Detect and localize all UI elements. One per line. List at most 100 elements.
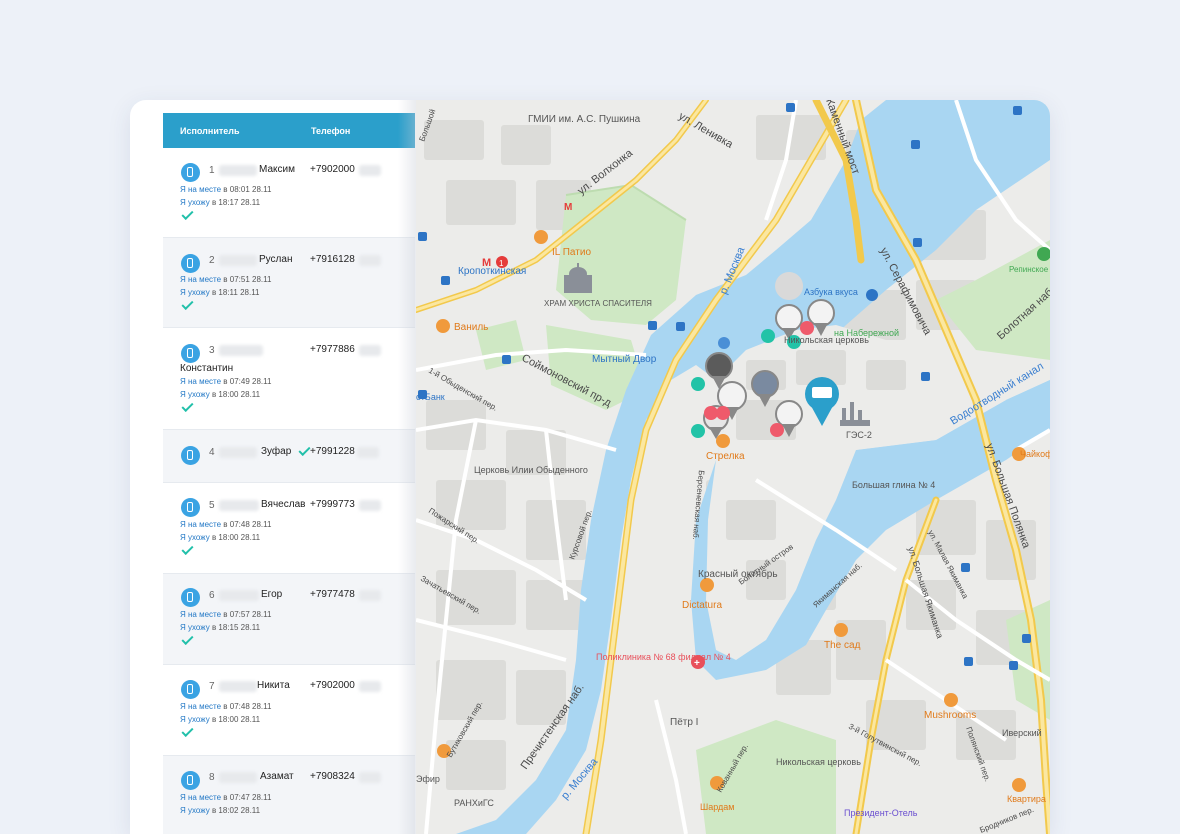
- svg-text:Красный октябрь: Красный октябрь: [698, 568, 778, 580]
- blurred-surname: [219, 165, 257, 176]
- svg-text:IL Патио: IL Патио: [552, 247, 591, 258]
- confirmed-check-icon: [298, 443, 311, 457]
- phone-icon: [181, 254, 200, 273]
- blurred-phone-tail: [357, 447, 379, 458]
- row-number: 8: [209, 772, 215, 783]
- svg-text:Квартира: Квартира: [1007, 794, 1046, 804]
- blurred-phone-tail: [359, 500, 381, 511]
- phone-icon: [181, 498, 200, 517]
- svg-text:Поликлиника № 68 филиал № 4: Поликлиника № 68 филиал № 4: [596, 652, 731, 662]
- blurred-surname: [219, 255, 257, 266]
- mytny-dvor-icon[interactable]: [718, 337, 730, 349]
- executor-phone: +7902000: [310, 164, 355, 175]
- executor-phone: +7999773: [310, 499, 355, 510]
- svg-text:ГМИИ им. А.С. Пушкина: ГМИИ им. А.С. Пушкина: [528, 114, 641, 125]
- arrival-status: Я на месте в 08:01 28.11: [180, 185, 272, 194]
- blurred-surname: [219, 681, 257, 692]
- executor-phone: +7977478: [310, 589, 355, 600]
- executor-name: Константин: [180, 363, 234, 374]
- svg-text:отБанк: отБанк: [416, 392, 445, 402]
- phone-icon: [181, 344, 200, 363]
- blurred-surname: [219, 500, 259, 511]
- svg-text:Ваниль: Ваниль: [454, 322, 488, 333]
- row-number: 6: [209, 590, 215, 601]
- svg-text:на Набережной: на Набережной: [834, 328, 899, 338]
- row-number: 3: [209, 345, 215, 356]
- arrival-status: Я на месте в 07:51 28.11: [180, 275, 272, 284]
- arrival-status: Я на месте в 07:49 28.11: [180, 377, 272, 386]
- executor-row[interactable]: 8 Азамат +7908324 Я на месте в 07:47 28.…: [163, 756, 415, 834]
- row-number: 7: [209, 681, 215, 692]
- svg-text:Никольская церковь: Никольская церковь: [776, 757, 861, 767]
- svg-text:ГЭС-2: ГЭС-2: [846, 430, 872, 440]
- blurred-phone-tail: [359, 345, 381, 356]
- executor-name: Никита: [257, 680, 290, 691]
- shop-icon[interactable]: [866, 289, 878, 301]
- executor-phone: +7916128: [310, 254, 355, 265]
- executor-row[interactable]: 3 Константин +7977886 Я на месте в 07:49…: [163, 328, 415, 430]
- leaving-status: Я ухожу в 18:00 28.11: [180, 715, 261, 724]
- phone-icon: [181, 163, 200, 182]
- arrival-status: Я на месте в 07:48 28.11: [180, 520, 272, 529]
- leaving-status: Я ухожу в 18:17 28.11: [180, 198, 261, 207]
- executor-row[interactable]: 7 Никита +7902000 Я на месте в 07:48 28.…: [163, 665, 415, 756]
- executor-row[interactable]: 6 Егор +7977478 Я на месте в 07:57 28.11…: [163, 574, 415, 665]
- blurred-phone-tail: [359, 772, 381, 783]
- executor-name: Руслан: [259, 254, 293, 265]
- table-header: Исполнитель Телефон: [163, 113, 415, 148]
- svg-text:Церковь Илии Обыденного: Церковь Илии Обыденного: [474, 465, 588, 475]
- blurred-surname: [219, 447, 257, 458]
- metro-icon[interactable]: M: [564, 202, 572, 213]
- row-number: 1: [209, 165, 215, 176]
- svg-text:Шардам: Шардам: [700, 802, 735, 812]
- phone-icon: [181, 588, 200, 607]
- confirmed-check-icon: [181, 724, 194, 738]
- leaving-status: Я ухожу в 18:00 28.11: [180, 533, 261, 542]
- executor-name: Зуфар: [261, 446, 292, 457]
- executor-name: Вячеслав: [261, 499, 306, 510]
- column-header-executor[interactable]: Исполнитель: [180, 126, 240, 136]
- executor-list-panel: Исполнитель Телефон 1 Максим +7902000 Я …: [163, 113, 415, 834]
- confirmed-check-icon: [181, 297, 194, 311]
- blurred-surname: [219, 590, 259, 601]
- blurred-phone-tail: [359, 165, 381, 176]
- confirmed-check-icon: [181, 542, 194, 556]
- phone-icon: [181, 446, 200, 465]
- arrival-status: Я на месте в 07:48 28.11: [180, 702, 272, 711]
- map-view[interactable]: M 1 M + ул. Ленивка ул. Волхонка Каменны…: [416, 100, 1050, 834]
- column-header-phone[interactable]: Телефон: [311, 126, 350, 136]
- blurred-surname: [219, 772, 257, 783]
- dashboard-card: Исполнитель Телефон 1 Максим +7902000 Я …: [130, 100, 1050, 834]
- executor-row[interactable]: 5 Вячеслав +7999773 Я на месте в 07:48 2…: [163, 483, 415, 574]
- blurred-phone-tail: [359, 255, 381, 266]
- svg-text:Кропоткинская: Кропоткинская: [458, 266, 526, 277]
- phone-icon: [181, 771, 200, 790]
- executor-phone: +7902000: [310, 680, 355, 691]
- svg-text:The сад: The сад: [824, 640, 861, 651]
- blurred-surname: [219, 345, 263, 356]
- arrival-status: Я на месте в 07:57 28.11: [180, 610, 272, 619]
- svg-text:Репинское: Репинское: [1009, 265, 1049, 274]
- leaving-status: Я ухожу в 18:15 28.11: [180, 623, 261, 632]
- svg-text:Президент-Отель: Президент-Отель: [844, 808, 918, 818]
- svg-text:Dictatura: Dictatura: [682, 600, 722, 611]
- leaving-status: Я ухожу в 18:00 28.11: [180, 390, 261, 399]
- svg-text:Mushrooms: Mushrooms: [924, 710, 976, 721]
- executor-phone: +7991228: [310, 446, 355, 457]
- svg-text:Эфир: Эфир: [416, 774, 440, 784]
- blurred-phone-tail: [359, 590, 381, 601]
- executor-phone: +7977886: [310, 344, 355, 355]
- executor-row[interactable]: 4 Зуфар +7991228: [163, 430, 415, 483]
- row-number: 4: [209, 447, 215, 458]
- confirmed-check-icon: [181, 399, 194, 413]
- executor-name: Азамат: [260, 771, 294, 782]
- executor-row[interactable]: 1 Максим +7902000 Я на месте в 08:01 28.…: [163, 148, 415, 238]
- svg-text:Азбука вкуса: Азбука вкуса: [804, 287, 858, 297]
- panel-shadow: [398, 100, 416, 834]
- svg-text:Пётр I: Пётр I: [670, 717, 698, 728]
- executor-row[interactable]: 2 Руслан +7916128 Я на месте в 07:51 28.…: [163, 238, 415, 328]
- row-number: 2: [209, 255, 215, 266]
- svg-text:Иверский: Иверский: [1002, 728, 1042, 738]
- executor-name: Егор: [261, 589, 283, 600]
- svg-text:Большая глина № 4: Большая глина № 4: [852, 480, 935, 490]
